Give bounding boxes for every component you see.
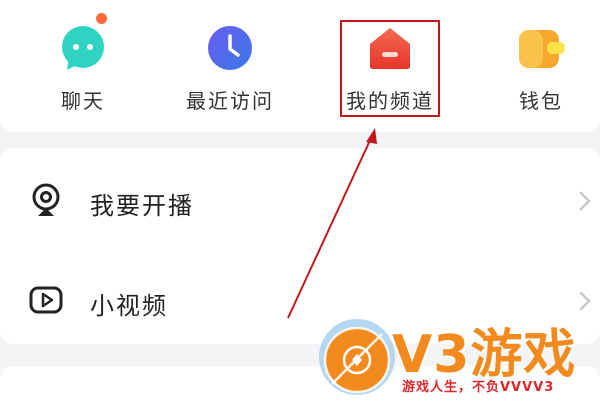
- go-live-row[interactable]: 我要开播: [0, 152, 600, 248]
- menu-label: 小视频: [90, 292, 168, 320]
- clock-icon: [206, 24, 254, 72]
- unread-badge: [96, 13, 107, 24]
- chevron-right-icon: [578, 290, 592, 312]
- chat-bubble-icon: [59, 24, 107, 72]
- watermark-slogan: 游戏人生，不负VVVV3: [402, 380, 555, 395]
- highlight-box: [340, 20, 440, 117]
- wallet-icon: [517, 24, 565, 72]
- live-camera-icon: [28, 182, 64, 218]
- wallet-shortcut[interactable]: 钱包: [486, 24, 596, 120]
- chevron-right-icon: [578, 190, 592, 212]
- shortcut-panel: 聊天 最近访问 我的频道 钱包: [0, 0, 600, 132]
- menu-label: 我要开播: [90, 192, 194, 220]
- shortcut-label: 最近访问: [186, 89, 274, 113]
- chat-shortcut[interactable]: 聊天: [28, 24, 138, 120]
- recent-visits-shortcut[interactable]: 最近访问: [175, 24, 285, 120]
- video-play-icon: [28, 282, 64, 318]
- shortcut-label: 钱包: [519, 89, 563, 113]
- shortcut-label: 聊天: [61, 89, 105, 113]
